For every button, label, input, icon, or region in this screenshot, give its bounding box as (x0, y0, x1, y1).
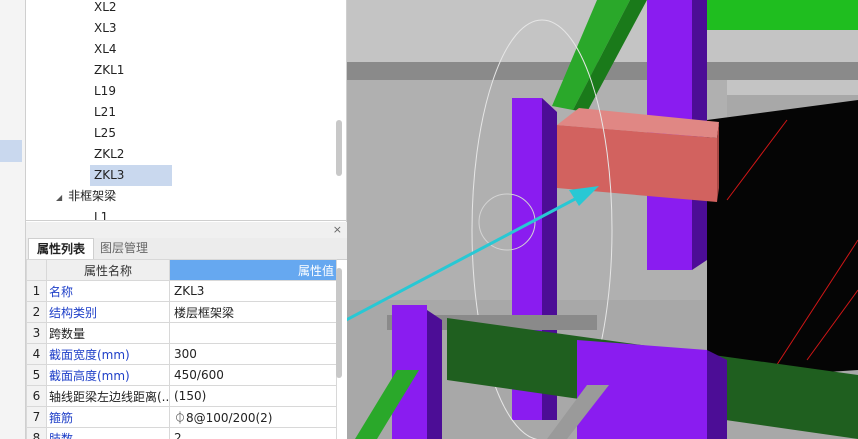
property-name: 轴线距梁左边线距离(... (46, 385, 170, 407)
row-number: 1 (26, 280, 47, 302)
component-tree: XL2 XL3 XL4 ZKL1 L19 L21 L25 ZKL2 ZKL3 ◢… (25, 0, 347, 222)
row-number: 2 (26, 301, 47, 323)
table-row[interactable]: 4 截面宽度(mm) 300 (26, 343, 337, 365)
tree-scrollbar[interactable] (336, 120, 342, 176)
property-value[interactable]: (150) (169, 385, 337, 407)
row-number: 4 (26, 343, 47, 365)
tree-item[interactable]: XL4 (90, 39, 121, 60)
row-number: 8 (26, 427, 47, 439)
close-icon[interactable]: × (333, 222, 342, 238)
row-number: 7 (26, 406, 47, 428)
table-row[interactable]: 6 轴线距梁左边线距离(... (150) (26, 385, 337, 407)
panel-header-bar: × (25, 222, 348, 238)
property-scrollbar[interactable] (336, 268, 342, 378)
row-number: 6 (26, 385, 47, 407)
3d-viewport[interactable] (347, 0, 858, 439)
property-panel: 属性列表 图层管理 属性名称 属性值 1 名称 ZKL3 2 结构类别 楼层框架… (25, 238, 348, 439)
purple-column-side (707, 350, 727, 439)
tree-item[interactable]: ZKL2 (90, 144, 128, 165)
property-value[interactable] (169, 322, 337, 344)
divider (26, 220, 346, 221)
purple-column-side (427, 310, 442, 439)
property-value[interactable]: 楼层框架梁 (169, 301, 337, 323)
property-name: 结构类别 (46, 301, 170, 323)
property-name: 截面宽度(mm) (46, 343, 170, 365)
property-value[interactable]: ⏀8@100/200(2) (169, 406, 337, 428)
tree-item[interactable]: XL2 (90, 0, 121, 18)
property-name: 箍筋 (46, 406, 170, 428)
property-value[interactable]: 300 (169, 343, 337, 365)
table-row[interactable]: 2 结构类别 楼层框架梁 (26, 301, 337, 323)
tab-bar: 属性列表 图层管理 (26, 238, 348, 260)
property-name: 肢数 (46, 427, 170, 439)
table-row[interactable]: 5 截面高度(mm) 450/600 (26, 364, 337, 386)
tab-layer-management[interactable]: 图层管理 (92, 238, 156, 259)
property-name-header: 属性名称 (46, 259, 170, 281)
tree-item[interactable]: L25 (90, 123, 120, 144)
table-row[interactable]: 7 箍筋 ⏀8@100/200(2) (26, 406, 337, 428)
left-strip (0, 0, 25, 439)
floor-void (707, 100, 858, 380)
property-name: 截面高度(mm) (46, 364, 170, 386)
tree-item[interactable]: L19 (90, 81, 120, 102)
tab-property-list[interactable]: 属性列表 (28, 238, 95, 260)
left-strip-selection (0, 140, 22, 162)
property-value[interactable]: 450/600 (169, 364, 337, 386)
tree-item[interactable]: XL3 (90, 18, 121, 39)
table-row[interactable]: 8 肢数 2 (26, 427, 337, 439)
property-value[interactable]: 2 (169, 427, 337, 439)
tree-item[interactable]: L21 (90, 102, 120, 123)
table-header-row: 属性名称 属性值 (26, 259, 337, 281)
row-number: 5 (26, 364, 47, 386)
row-number: 3 (26, 322, 47, 344)
tree-item-selected[interactable]: ZKL3 (90, 165, 172, 186)
expand-triangle-icon[interactable]: ◢ (56, 187, 62, 208)
property-name: 名称 (46, 280, 170, 302)
table-row[interactable]: 3 跨数量 (26, 322, 337, 344)
tree-group[interactable]: ◢ 非框架梁 (56, 186, 116, 207)
property-name: 跨数量 (46, 322, 170, 344)
property-table: 属性名称 属性值 1 名称 ZKL3 2 结构类别 楼层框架梁 3 跨数量 4 … (26, 259, 337, 439)
property-value[interactable]: ZKL3 (169, 280, 337, 302)
row-number-header (26, 259, 47, 281)
tree-group-label: 非框架梁 (68, 189, 117, 203)
property-value-header: 属性值 (169, 259, 337, 281)
table-row[interactable]: 1 名称 ZKL3 (26, 280, 337, 302)
tree-item[interactable]: ZKL1 (90, 60, 128, 81)
3d-model-scene (347, 0, 858, 439)
